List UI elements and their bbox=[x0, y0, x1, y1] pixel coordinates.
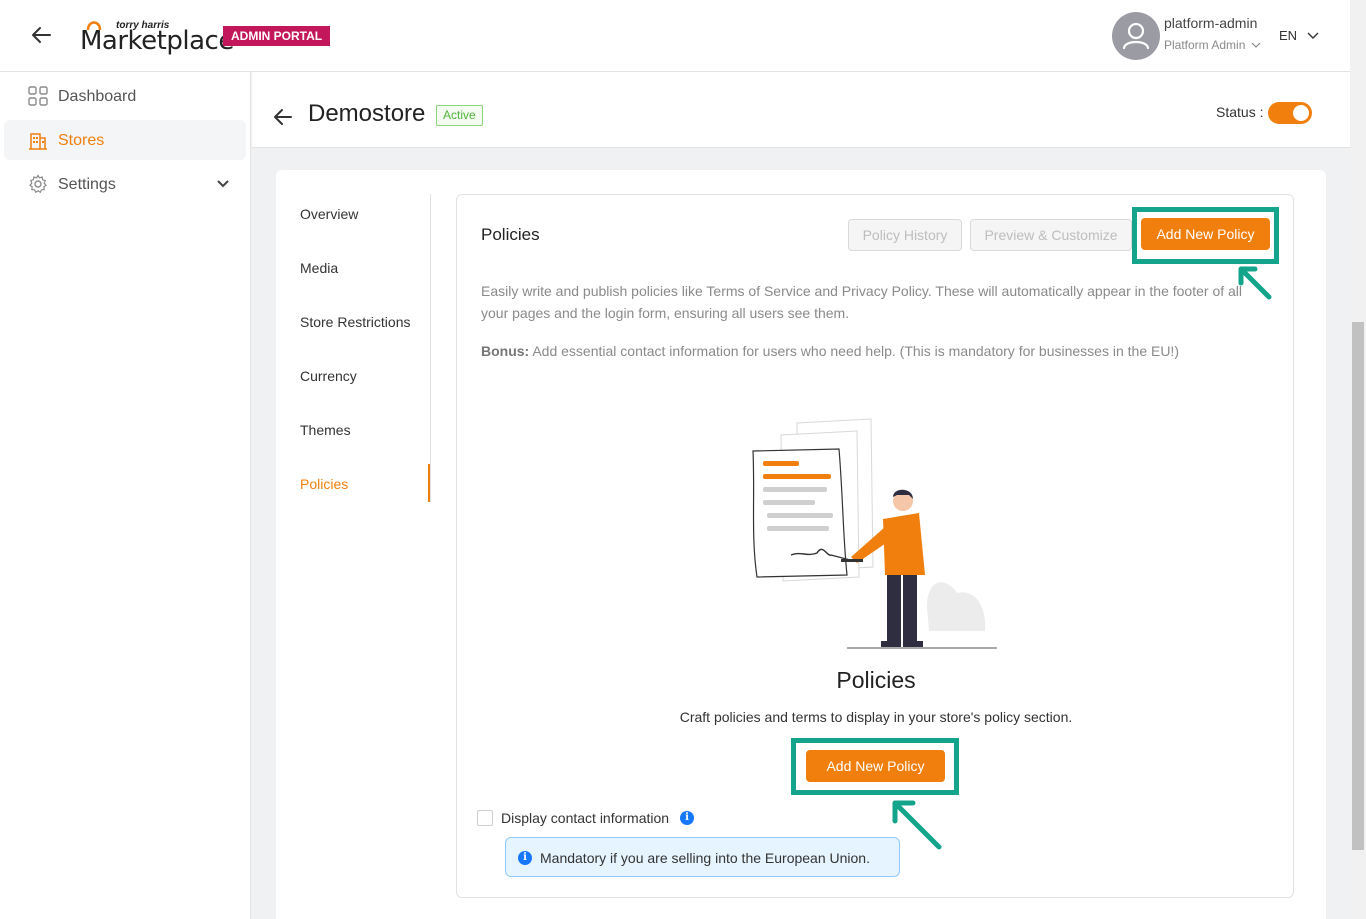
page-title: Demostore bbox=[308, 100, 426, 127]
admin-portal-badge: ADMIN PORTAL bbox=[223, 26, 331, 46]
chevron-down-icon bbox=[217, 180, 229, 188]
display-contact-checkbox[interactable] bbox=[477, 810, 493, 826]
toggle-knob bbox=[1293, 105, 1309, 121]
sidebar-item-label: Settings bbox=[58, 176, 116, 193]
bonus-body: Add essential contact information for us… bbox=[529, 343, 1179, 359]
user-name[interactable]: platform-admin bbox=[1164, 15, 1257, 31]
marketplace-logo[interactable]: torry harris Marketplace bbox=[78, 14, 234, 58]
status-badge: Active bbox=[436, 105, 483, 126]
user-role-dropdown[interactable]: Platform Admin bbox=[1164, 38, 1261, 52]
eu-notice-text: Mandatory if you are selling into the Eu… bbox=[540, 850, 870, 866]
scrollbar-thumb[interactable] bbox=[1352, 322, 1364, 850]
policies-title: Policies bbox=[481, 225, 540, 244]
language-selector[interactable]: EN bbox=[1279, 28, 1319, 43]
chevron-down-icon bbox=[1307, 32, 1319, 39]
user-avatar[interactable] bbox=[1112, 12, 1160, 60]
sidebar-item-dashboard[interactable]: Dashboard bbox=[4, 76, 246, 116]
top-header: torry harris Marketplace ADMIN PORTAL pl… bbox=[0, 0, 1350, 72]
policy-history-button[interactable]: Policy History bbox=[848, 219, 962, 251]
store-icon bbox=[29, 133, 47, 150]
display-contact-label: Display contact information bbox=[501, 810, 670, 826]
tab-policies[interactable]: Policies bbox=[300, 476, 348, 492]
tab-store-restrictions[interactable]: Store Restrictions bbox=[300, 314, 410, 330]
info-icon: i bbox=[518, 851, 532, 865]
back-arrow-icon[interactable] bbox=[272, 106, 294, 128]
policies-panel: Policies Policy History Preview & Custom… bbox=[456, 194, 1294, 898]
sidebar: Dashboard Stores Settings bbox=[0, 72, 251, 919]
status-label: Status : bbox=[1216, 104, 1264, 120]
page-title-bar: Demostore Active Status : bbox=[252, 72, 1350, 148]
user-icon bbox=[1122, 22, 1150, 50]
eu-notice-alert: i Mandatory if you are selling into the … bbox=[505, 837, 900, 877]
bonus-text: Bonus: Add essential contact information… bbox=[481, 340, 1271, 362]
preview-customize-button[interactable]: Preview & Customize bbox=[970, 219, 1132, 251]
add-new-policy-button[interactable]: Add New Policy bbox=[1141, 218, 1270, 250]
info-icon[interactable]: i bbox=[680, 811, 694, 825]
empty-state-add-policy-button[interactable]: Add New Policy bbox=[806, 750, 945, 782]
sidebar-item-label: Dashboard bbox=[58, 88, 137, 105]
sidebar-item-label: Stores bbox=[58, 132, 105, 149]
language-label: EN bbox=[1279, 28, 1298, 43]
empty-state-title: Policies bbox=[836, 667, 916, 693]
policies-description: Easily write and publish policies like T… bbox=[481, 283, 1243, 321]
tab-overview[interactable]: Overview bbox=[300, 206, 358, 222]
empty-state-subtitle: Craft policies and terms to display in y… bbox=[679, 709, 1073, 725]
tab-themes[interactable]: Themes bbox=[300, 422, 351, 438]
grid-icon bbox=[28, 86, 48, 106]
status-toggle[interactable] bbox=[1268, 102, 1312, 124]
tab-media[interactable]: Media bbox=[300, 260, 338, 276]
tab-currency[interactable]: Currency bbox=[300, 368, 357, 384]
bonus-label: Bonus: bbox=[481, 343, 530, 359]
gear-icon bbox=[29, 174, 47, 194]
user-role-label: Platform Admin bbox=[1164, 38, 1246, 52]
store-settings-card: Overview Media Store Restrictions Curren… bbox=[276, 170, 1326, 919]
settings-tabs: Overview Media Store Restrictions Curren… bbox=[276, 194, 431, 502]
policy-signing-illustration bbox=[752, 418, 997, 649]
logo-text: Marketplace bbox=[80, 26, 234, 56]
sidebar-item-stores[interactable]: Stores bbox=[4, 120, 246, 160]
sidebar-item-settings[interactable]: Settings bbox=[4, 164, 246, 204]
active-tab-indicator bbox=[428, 464, 430, 502]
chevron-down-icon bbox=[1251, 42, 1261, 48]
back-arrow-icon[interactable] bbox=[28, 22, 54, 48]
